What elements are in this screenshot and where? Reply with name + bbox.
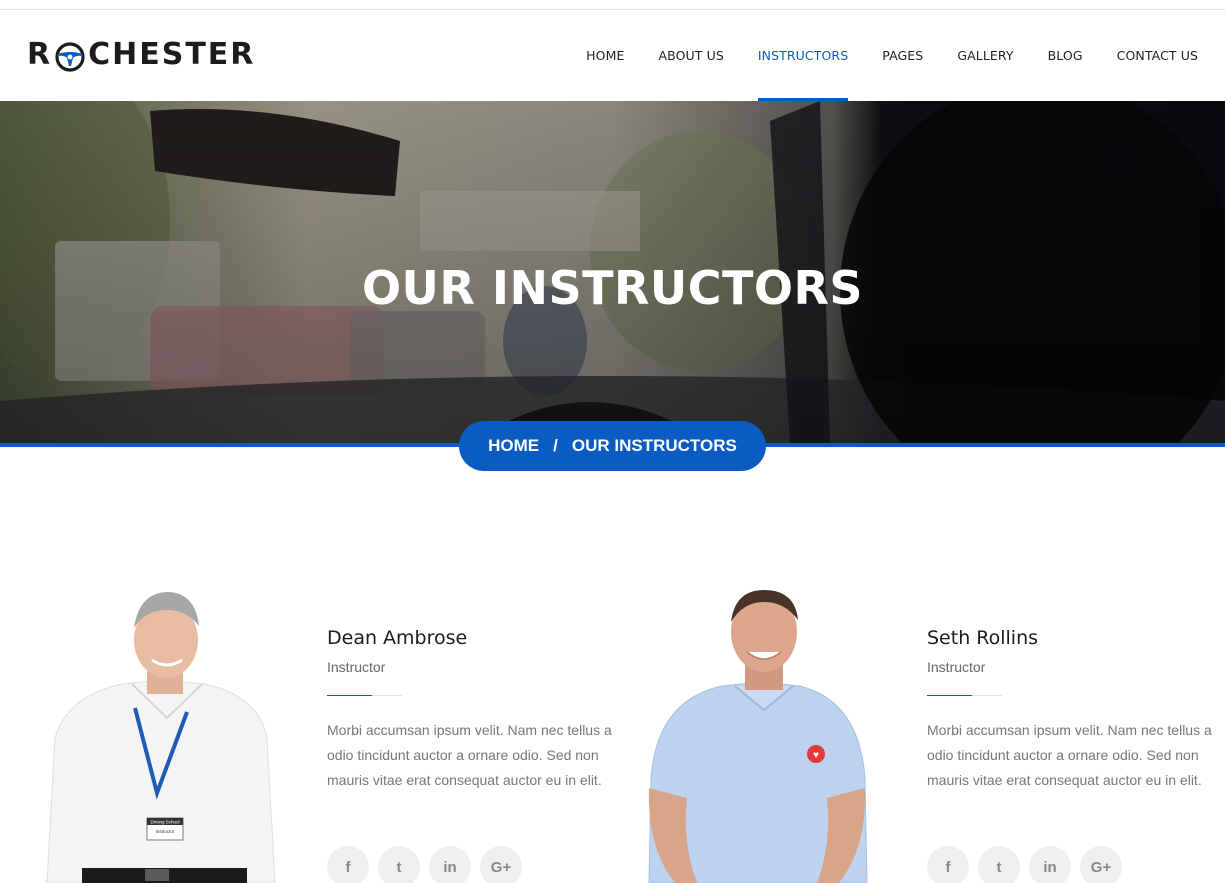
section-divider <box>927 695 1002 696</box>
breadcrumb-current: OUR INSTRUCTORS <box>571 436 737 455</box>
twitter-icon[interactable]: t <box>378 846 420 883</box>
logo-text-right: CHESTER <box>88 37 256 72</box>
nav-item-home[interactable]: HOME <box>586 10 624 101</box>
linkedin-icon[interactable]: in <box>1029 846 1071 883</box>
svg-text:♥: ♥ <box>813 750 819 761</box>
social-links: f t in G+ <box>927 846 1131 883</box>
instructor-description: Morbi accumsan ipsum velit. Nam nec tell… <box>927 722 1212 788</box>
instructor-description: Morbi accumsan ipsum velit. Nam nec tell… <box>327 722 612 788</box>
google-plus-icon[interactable]: G+ <box>480 846 522 883</box>
instructor-name[interactable]: Seth Rollins <box>927 626 1212 650</box>
instructor-photo: ♥ <box>627 588 887 883</box>
instructor-name[interactable]: Dean Ambrose <box>327 626 612 650</box>
instructor-card: Driving School Instructor Dean Ambrose I… <box>27 588 627 883</box>
instructor-photo: Driving School Instructor <box>27 588 287 883</box>
instructor-card: ♥ Seth Rollins Instructor Morbi accumsan… <box>627 588 1225 883</box>
linkedin-icon[interactable]: in <box>429 846 471 883</box>
nav-item-blog[interactable]: BLOG <box>1048 10 1083 101</box>
badge-line-1: Driving School <box>150 820 179 825</box>
nav-item-instructors[interactable]: INSTRUCTORS <box>757 10 849 101</box>
page-title: OUR INSTRUCTORS <box>361 261 864 315</box>
badge-line-2: Instructor <box>156 829 175 834</box>
google-plus-icon[interactable]: G+ <box>1080 846 1122 883</box>
nav-item-pages[interactable]: PAGES <box>882 10 923 101</box>
nav-item-contact-us[interactable]: CONTACT US <box>1117 10 1198 101</box>
facebook-icon[interactable]: f <box>927 846 969 883</box>
facebook-icon[interactable]: f <box>327 846 369 883</box>
nav-item-gallery[interactable]: GALLERY <box>957 10 1013 101</box>
breadcrumb-separator: / <box>553 436 558 455</box>
logo-text-left: R <box>27 37 53 72</box>
section-divider <box>327 695 402 696</box>
steering-wheel-icon <box>54 41 86 73</box>
nav-item-about-us[interactable]: ABOUT US <box>658 10 723 101</box>
breadcrumb-home-link[interactable]: HOME <box>488 436 539 456</box>
social-links: f t in G+ <box>327 846 531 883</box>
instructor-role: Instructor <box>327 659 386 675</box>
twitter-icon[interactable]: t <box>978 846 1020 883</box>
breadcrumb: HOME / OUR INSTRUCTORS <box>459 421 766 471</box>
instructor-role: Instructor <box>927 659 986 675</box>
main-nav: HOME ABOUT US INSTRUCTORS PAGES GALLERY … <box>552 10 1198 101</box>
site-header: R CHESTER HOME ABOUT US INSTRUCTORS PAGE… <box>0 10 1225 101</box>
site-logo[interactable]: R CHESTER <box>27 37 255 73</box>
page-hero: OUR INSTRUCTORS <box>0 101 1225 443</box>
